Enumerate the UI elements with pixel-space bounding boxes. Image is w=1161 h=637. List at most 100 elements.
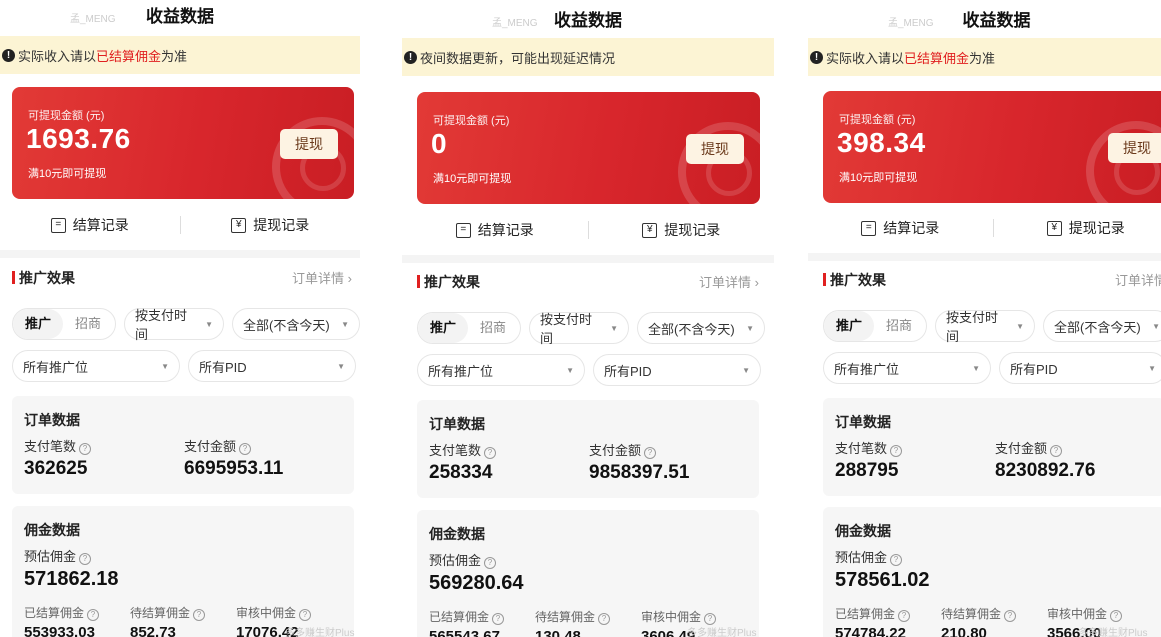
pid-select[interactable]: 所有PID ▼ bbox=[188, 350, 356, 382]
withdraw-records-link[interactable]: ¥ 提现记录 bbox=[994, 211, 1161, 245]
filter-row-1: 推广 招商 按支付时间 ▼ 全部(不含今天) ▼ bbox=[823, 310, 1161, 344]
help-icon: ? bbox=[644, 447, 657, 459]
order-data-box: 订单数据 支付笔数? 288795 支付金额? 8230892.76 bbox=[823, 398, 1161, 496]
min-withdraw-note: 满10元即可提现 bbox=[28, 168, 107, 180]
footer-mark: 多多赚生财Plus bbox=[1078, 628, 1148, 637]
order-data-title: 订单数据 bbox=[429, 416, 485, 432]
help-icon: ? bbox=[898, 610, 911, 622]
order-detail-link[interactable]: 订单详情 › bbox=[1115, 270, 1161, 289]
range-select[interactable]: 全部(不含今天) ▼ bbox=[232, 308, 360, 340]
balance-card: 可提现金额 (元) 0 满10元即可提现 提现 bbox=[417, 92, 760, 204]
yen-doc-icon: ¥ bbox=[231, 217, 247, 233]
tab-switch: 推广 招商 bbox=[823, 310, 927, 342]
settle-records-link[interactable]: = 结算记录 bbox=[808, 211, 993, 245]
commission-data-title: 佣金数据 bbox=[835, 523, 891, 539]
help-icon: ? bbox=[484, 447, 497, 459]
pay-count: 支付笔数? 288795 bbox=[835, 438, 903, 482]
withdraw-records-link[interactable]: ¥ 提现记录 bbox=[589, 213, 775, 247]
watermark: 孟_MENG bbox=[888, 18, 934, 29]
withdraw-button[interactable]: 提现 bbox=[280, 129, 338, 159]
notice-highlight: 已结算佣金 bbox=[904, 50, 970, 66]
pay-count: 支付笔数? 258334 bbox=[429, 440, 497, 484]
order-detail-link[interactable]: 订单详情 › bbox=[292, 268, 352, 287]
records-row: = 结算记录 ¥ 提现记录 bbox=[808, 211, 1161, 245]
help-icon: ? bbox=[79, 553, 92, 565]
tab-merchant[interactable]: 招商 bbox=[468, 313, 518, 343]
position-select[interactable]: 所有推广位 ▼ bbox=[417, 354, 585, 386]
notice-prefix: 实际收入请以 bbox=[826, 50, 905, 66]
tab-merchant[interactable]: 招商 bbox=[874, 311, 924, 341]
page-title: 收益数据 bbox=[962, 11, 1031, 30]
help-icon: ? bbox=[1004, 610, 1017, 622]
caret-down-icon: ▼ bbox=[1152, 321, 1160, 331]
caret-down-icon: ▼ bbox=[972, 363, 980, 373]
settle-records-link[interactable]: = 结算记录 bbox=[402, 213, 588, 247]
tab-promo[interactable]: 推广 bbox=[13, 309, 64, 339]
receipt-icon: = bbox=[50, 217, 66, 233]
time-select[interactable]: 按支付时间 ▼ bbox=[935, 310, 1035, 344]
order-data-box: 订单数据 支付笔数? 362625 支付金额? 6695953.11 bbox=[12, 396, 354, 494]
help-icon: ? bbox=[1050, 445, 1063, 457]
time-select[interactable]: 按支付时间 ▼ bbox=[529, 312, 629, 346]
settle-records-link[interactable]: = 结算记录 bbox=[0, 208, 180, 242]
notice-prefix: 夜间数据更新，可能出现延迟情况 bbox=[420, 50, 616, 66]
position-select[interactable]: 所有推广位 ▼ bbox=[823, 352, 991, 384]
help-icon: ? bbox=[890, 445, 903, 457]
balance-amount: 0 bbox=[431, 128, 448, 159]
pid-select[interactable]: 所有PID ▼ bbox=[593, 354, 761, 386]
notice-suffix: 为准 bbox=[161, 48, 188, 64]
tab-merchant[interactable]: 招商 bbox=[63, 309, 113, 339]
filter-row-2: 所有推广位 ▼ 所有PID ▼ bbox=[12, 350, 360, 382]
notice-highlight: 已结算佣金 bbox=[96, 48, 162, 64]
tab-promo[interactable]: 推广 bbox=[824, 311, 875, 341]
panel-3: 收益数据 ! 实际收入请以 已结算佣金 为准 可提现金额 (元) 398.34 满1… bbox=[808, 0, 1161, 637]
caret-down-icon: ▼ bbox=[161, 361, 169, 371]
balance-amount: 398.34 bbox=[837, 127, 926, 158]
time-select[interactable]: 按支付时间 ▼ bbox=[124, 308, 224, 342]
pay-amount: 支付金额? 6695953.11 bbox=[184, 439, 284, 479]
panel-2: 收益数据 ! 夜间数据更新，可能出现延迟情况 可提现金额 (元) 0 满10元即… bbox=[402, 0, 774, 637]
min-withdraw-note: 满10元即可提现 bbox=[433, 173, 512, 185]
pid-select[interactable]: 所有PID ▼ bbox=[999, 352, 1161, 384]
pending-commission: 待结算佣金? 130.48 bbox=[535, 608, 611, 637]
balance-amount: 1693.76 bbox=[26, 123, 131, 154]
filter-row-2: 所有推广位 ▼ 所有PID ▼ bbox=[417, 354, 765, 386]
withdraw-button[interactable]: 提现 bbox=[686, 134, 744, 164]
commission-data-title: 佣金数据 bbox=[429, 526, 485, 542]
commission-data-box: 佣金数据 预估佣金? 571862.18 已结算佣金? 553933.03 待结… bbox=[12, 506, 354, 637]
order-detail-link[interactable]: 订单详情 › bbox=[699, 272, 759, 291]
notice-bar: ! 实际收入请以 已结算佣金 为准 bbox=[808, 38, 1161, 76]
caret-down-icon: ▼ bbox=[1016, 321, 1024, 331]
pending-commission: 待结算佣金? 210.80 bbox=[941, 605, 1017, 637]
commission-data-box: 佣金数据 预估佣金? 569280.64 已结算佣金? 565543.67 待结… bbox=[417, 510, 759, 637]
promo-section-header: 推广效果 订单详情 › bbox=[12, 268, 352, 288]
promo-section-header: 推广效果 订单详情 › bbox=[823, 270, 1161, 290]
warning-icon: ! bbox=[810, 50, 823, 64]
range-select[interactable]: 全部(不含今天) ▼ bbox=[637, 312, 765, 344]
range-select[interactable]: 全部(不含今天) ▼ bbox=[1043, 310, 1161, 342]
help-icon: ? bbox=[1110, 610, 1123, 622]
notice-prefix: 实际收入请以 bbox=[18, 48, 97, 64]
help-icon: ? bbox=[890, 554, 903, 566]
min-withdraw-note: 满10元即可提现 bbox=[839, 172, 918, 184]
withdraw-button[interactable]: 提现 bbox=[1108, 133, 1161, 163]
estimated-commission: 预估佣金? 569280.64 bbox=[429, 553, 524, 594]
tab-switch: 推广 招商 bbox=[12, 308, 116, 340]
withdraw-records-link[interactable]: ¥ 提现记录 bbox=[181, 208, 361, 242]
footer-mark: 多多赚生财Plus bbox=[285, 628, 355, 637]
notice-bar: ! 实际收入请以 已结算佣金 为准 bbox=[0, 36, 360, 74]
records-row: = 结算记录 ¥ 提现记录 bbox=[0, 208, 360, 242]
tab-promo[interactable]: 推广 bbox=[418, 313, 469, 343]
order-data-title: 订单数据 bbox=[24, 412, 80, 428]
caret-down-icon: ▼ bbox=[742, 365, 750, 375]
position-select[interactable]: 所有推广位 ▼ bbox=[12, 350, 180, 382]
pay-amount: 支付金额? 8230892.76 bbox=[995, 441, 1096, 481]
yen-doc-icon: ¥ bbox=[1046, 220, 1062, 236]
promo-section-header: 推广效果 订单详情 › bbox=[417, 272, 759, 292]
balance-label: 可提现金额 (元) bbox=[28, 110, 105, 122]
help-icon: ? bbox=[193, 609, 206, 621]
balance-label: 可提现金额 (元) bbox=[839, 114, 916, 126]
receipt-icon: = bbox=[455, 222, 471, 238]
settled-commission: 已结算佣金? 565543.67 bbox=[429, 608, 505, 637]
settled-commission: 已结算佣金? 553933.03 bbox=[24, 604, 100, 637]
